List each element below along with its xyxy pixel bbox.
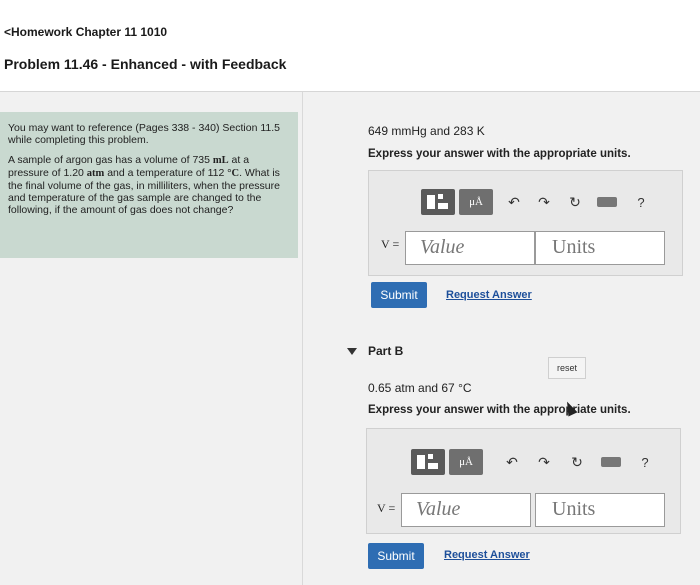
redo-icon[interactable]: ↷ [535, 189, 553, 215]
reset-icon[interactable]: ↻ [568, 449, 586, 475]
header-bar: <Homework Chapter 11 1010 Problem 11.46 … [0, 0, 700, 92]
reset-button[interactable]: reset [548, 357, 586, 379]
keyboard-icon[interactable] [601, 457, 621, 467]
part-b-request-answer-link[interactable]: Request Answer [444, 549, 530, 561]
part-a-submit-button[interactable]: Submit [371, 282, 427, 308]
keyboard-icon[interactable] [597, 197, 617, 207]
units-symbol-icon[interactable]: μÅ [449, 449, 483, 475]
part-b-toolbar: μÅ ↶ ↷ ↻ ? [411, 449, 661, 475]
part-a-instruction: Express your answer with the appropriate… [368, 148, 631, 160]
question-text: A sample of argon gas has a volume of 73… [8, 154, 280, 216]
part-b-units-input[interactable]: Units [535, 493, 665, 527]
redo-icon[interactable]: ↷ [535, 449, 553, 475]
part-b-v-label: V = [377, 501, 396, 515]
help-icon[interactable]: ? [637, 449, 653, 475]
part-a-v-label: V = [381, 237, 400, 251]
panel-divider [302, 92, 303, 585]
undo-icon[interactable]: ↶ [505, 189, 523, 215]
back-to-homework-link[interactable]: <Homework Chapter 11 1010 [4, 25, 167, 39]
part-b-submit-button[interactable]: Submit [368, 543, 424, 569]
part-b-title[interactable]: Part B [368, 344, 403, 358]
part-b-given: 0.65 atm and 67 °C [368, 381, 472, 395]
part-a-toolbar: μÅ ↶ ↷ ↻ ? [421, 189, 671, 215]
part-b-collapse-icon[interactable] [347, 348, 357, 355]
part-a-value-input[interactable]: Value [405, 231, 535, 265]
part-a-answer-box: μÅ ↶ ↷ ↻ ? V = Value Units [368, 170, 683, 276]
units-symbol-icon[interactable]: μÅ [459, 189, 493, 215]
part-b-value-input[interactable]: Value [401, 493, 531, 527]
reference-panel: You may want to reference (Pages 338 - 3… [0, 112, 298, 258]
undo-icon[interactable]: ↶ [503, 449, 521, 475]
part-b-answer-box: μÅ ↶ ↷ ↻ ? V = Value Units [366, 428, 681, 534]
part-b-instruction: Express your answer with the appropriate… [368, 404, 631, 416]
part-a-request-answer-link[interactable]: Request Answer [446, 289, 532, 301]
templates-icon[interactable] [411, 449, 445, 475]
page-title: Problem 11.46 - Enhanced - with Feedback [4, 56, 287, 72]
templates-icon[interactable] [421, 189, 455, 215]
reset-icon[interactable]: ↻ [566, 189, 584, 215]
help-icon[interactable]: ? [633, 189, 649, 215]
part-a-units-input[interactable]: Units [535, 231, 665, 265]
part-a-given: 649 mmHg and 283 K [368, 124, 485, 138]
reference-text: You may want to reference (Pages 338 - 3… [8, 122, 281, 146]
